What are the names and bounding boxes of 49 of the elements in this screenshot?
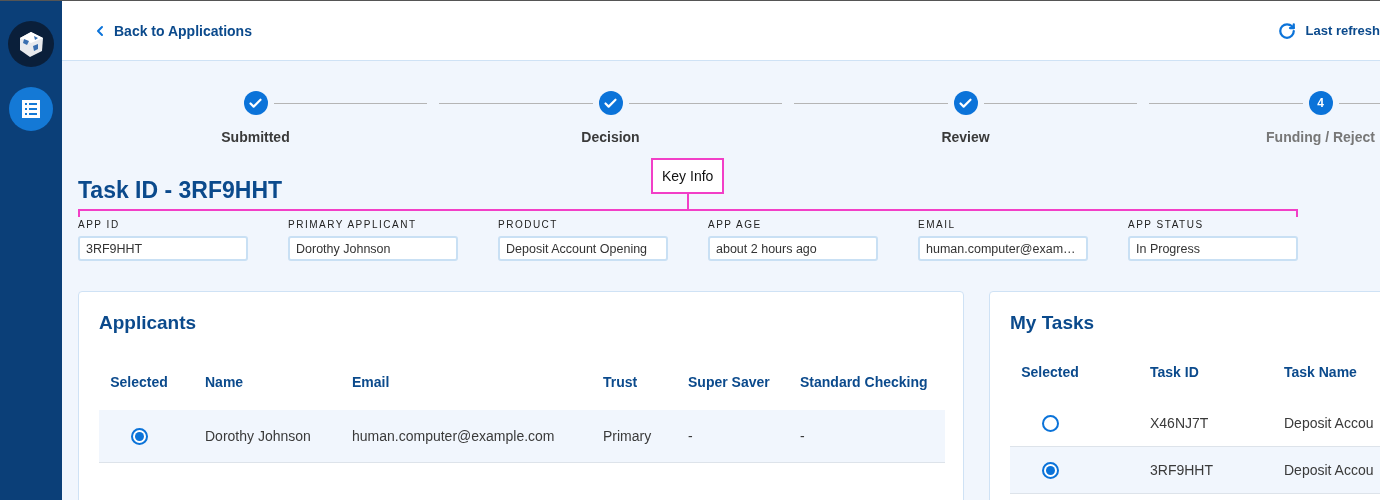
table-cell: - [688, 428, 693, 444]
column-header: Trust [602, 374, 639, 392]
column-header: Email [351, 374, 391, 392]
column-header: Standard Checking [799, 374, 929, 392]
step-label: Review [941, 129, 990, 145]
card-title: Applicants [99, 312, 198, 334]
column-header: Selected [109, 374, 169, 392]
table-cell: - [800, 428, 805, 444]
field-label: EMAIL [918, 219, 957, 230]
cube-logo [8, 21, 54, 67]
input-field[interactable]: Deposit Account Opening [498, 236, 668, 261]
step-label: Decision [581, 129, 640, 145]
step-label: Funding / Reject [1266, 129, 1375, 145]
refresh-button[interactable]: Last refresh [1277, 21, 1380, 40]
radio-button[interactable] [130, 427, 148, 445]
back-link[interactable]: Back to Applications [92, 22, 252, 39]
field-label: PRIMARY APPLICANT [288, 219, 418, 230]
radio-button[interactable] [1041, 461, 1059, 479]
field-label: PRODUCT [498, 219, 559, 230]
table-cell: X46NJ7T [1150, 415, 1209, 431]
field-label: APP AGE [708, 219, 763, 230]
card-title: My Tasks [1010, 312, 1096, 334]
list-icon [21, 99, 41, 119]
input-field[interactable]: 3RF9HHT [78, 236, 248, 261]
input-field[interactable]: In Progress [1128, 236, 1298, 261]
table-cell: Primary [603, 428, 652, 444]
input-field[interactable]: about 2 hours ago [708, 236, 878, 261]
column-header: Name [204, 374, 245, 392]
table-cell: 3RF9HHT [1150, 462, 1213, 478]
step-number: 4 [1308, 91, 1333, 115]
column-header: Task Name [1283, 364, 1358, 382]
column-header: Super Saver [687, 374, 771, 392]
input-field[interactable]: human.computer@exam… [918, 236, 1088, 261]
column-header: Selected [1020, 364, 1080, 382]
step-label: Submitted [221, 129, 290, 145]
annotation-label: Key Info [651, 158, 725, 194]
task-title: Task ID - 3RF9HHT [78, 177, 283, 204]
radio-button[interactable] [1041, 414, 1059, 432]
table-cell: Deposit Accou [1284, 415, 1374, 431]
field-label: APP ID [78, 219, 121, 230]
table-cell: human.computer@example.com [352, 428, 555, 444]
table-cell: Dorothy Johnson [205, 428, 311, 444]
leader-line [687, 193, 689, 210]
column-header: Task ID [1149, 364, 1200, 382]
table-cell: Deposit Accou [1284, 462, 1374, 478]
input-field[interactable]: Dorothy Johnson [288, 236, 458, 261]
refresh-icon [1277, 21, 1296, 40]
list-nav-button[interactable] [9, 87, 53, 131]
field-label: APP STATUS [1128, 219, 1205, 230]
